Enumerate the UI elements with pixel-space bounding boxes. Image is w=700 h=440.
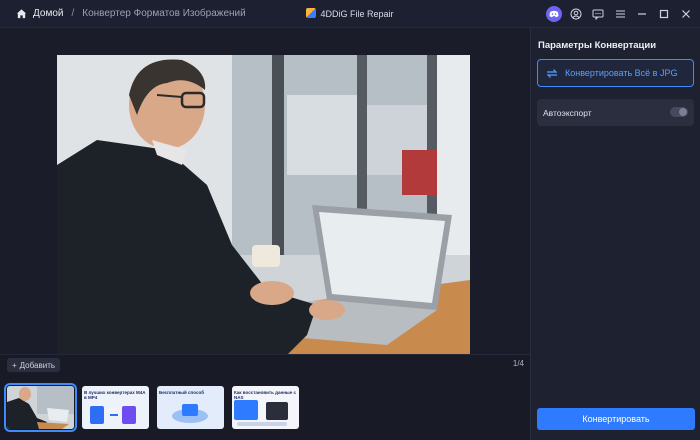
- app-logo-icon: [306, 8, 317, 18]
- bottom-strip: + Добавить 1/4 В лучших конвертерах M4A …: [0, 354, 530, 440]
- preview-area: [0, 28, 530, 374]
- convert-all-button[interactable]: Конвертировать Всё в JPG: [537, 59, 694, 87]
- breadcrumb-current: Конвертер Форматов Изображений: [82, 8, 246, 19]
- image-counter: 1/4: [512, 359, 524, 368]
- account-icon[interactable]: [568, 6, 584, 22]
- title-bar: Домой / Конвертер Форматов Изображений 4…: [0, 0, 700, 28]
- add-button[interactable]: + Добавить: [7, 358, 61, 372]
- convert-button[interactable]: Конвертировать: [537, 408, 695, 430]
- thumbnail-list: В лучших конвертерах M4A в MP4 Бесплатны…: [4, 383, 299, 432]
- autoexport-row: Автоэкспорт: [537, 99, 694, 126]
- add-button-label: Добавить: [19, 360, 56, 370]
- plus-icon: +: [12, 360, 17, 370]
- thumbnail-2[interactable]: В лучших конвертерах M4A в MP4: [82, 386, 149, 429]
- thumbnail-1[interactable]: [4, 383, 77, 432]
- autoexport-label: Автоэкспорт: [543, 107, 592, 118]
- autoexport-toggle[interactable]: [670, 107, 688, 117]
- close-icon[interactable]: [678, 6, 694, 22]
- panel-title: Параметры Конвертации: [538, 40, 657, 51]
- discord-icon[interactable]: [546, 6, 562, 22]
- feedback-icon[interactable]: [590, 6, 606, 22]
- minimize-icon[interactable]: [634, 6, 650, 22]
- settings-panel: Параметры Конвертации Конвертировать Всё…: [530, 28, 700, 440]
- window-controls: [546, 6, 694, 22]
- thumbnail-4[interactable]: Как восстановить данные с NAS: [232, 386, 299, 429]
- breadcrumb-separator: /: [71, 8, 75, 19]
- app-title-text: 4DDiG File Repair: [320, 9, 394, 19]
- breadcrumb: Домой / Конвертер Форматов Изображений: [16, 8, 246, 19]
- maximize-icon[interactable]: [656, 6, 672, 22]
- thumbnail-3[interactable]: Бесплатный способ: [157, 386, 224, 429]
- swap-icon: [546, 68, 558, 78]
- convert-all-label: Конвертировать Всё в JPG: [565, 68, 678, 78]
- menu-icon[interactable]: [612, 6, 628, 22]
- preview-image: [57, 55, 470, 374]
- home-icon[interactable]: [16, 8, 27, 19]
- breadcrumb-home[interactable]: Домой: [33, 8, 63, 19]
